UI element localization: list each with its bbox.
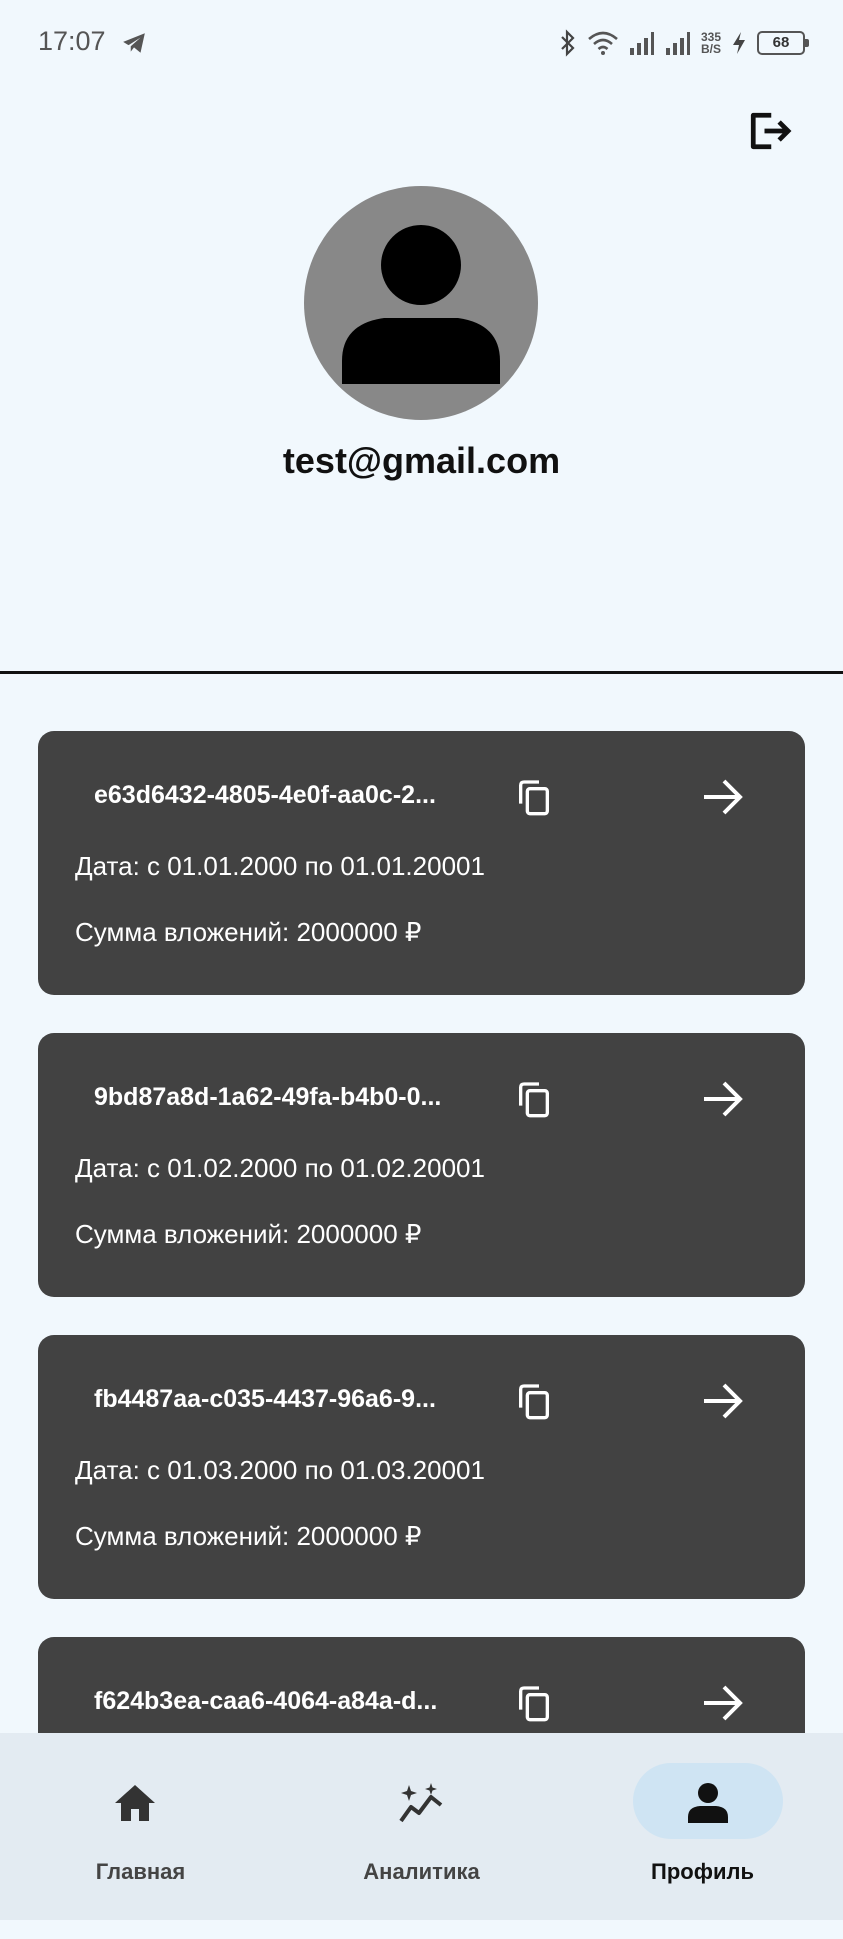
arrow-right-icon[interactable] <box>698 1379 746 1423</box>
avatar <box>304 186 538 420</box>
nav-label-home: Главная <box>95 1859 186 1884</box>
arrow-right-icon[interactable] <box>698 775 746 819</box>
signal-icon <box>629 32 654 55</box>
investment-card[interactable]: fb4487aa-c035-4437-96a6-9... Дата: с 01.… <box>38 1335 805 1599</box>
investment-card[interactable]: 9bd87a8d-1a62-49fa-b4b0-0... Дата: с 01.… <box>38 1033 805 1297</box>
divider <box>0 671 843 674</box>
investment-id: 9bd87a8d-1a62-49fa-b4b0-0... <box>94 1083 442 1111</box>
net-speed: 335 B/S <box>701 31 721 55</box>
logout-icon[interactable] <box>742 104 796 158</box>
battery-icon: 68 <box>757 31 809 55</box>
person-icon <box>342 225 500 384</box>
investment-id: e63d6432-4805-4e0f-aa0c-2... <box>94 781 436 809</box>
nav-item-analytics[interactable]: Аналитика <box>281 1733 562 1920</box>
nav-item-home[interactable]: Главная <box>0 1733 281 1920</box>
bluetooth-icon <box>561 29 575 57</box>
investment-card[interactable]: e63d6432-4805-4e0f-aa0c-2... Дата: с 01.… <box>38 731 805 995</box>
investment-sum: Сумма вложений: 2000000 ₽ <box>75 917 422 947</box>
charging-icon <box>733 32 745 54</box>
nav-label-analytics: Аналитика <box>363 1859 480 1884</box>
investment-sum: Сумма вложений: 2000000 ₽ <box>75 1521 422 1551</box>
nav-label-profile: Профиль <box>651 1859 754 1884</box>
investment-id: fb4487aa-c035-4437-96a6-9... <box>94 1385 436 1413</box>
copy-icon[interactable] <box>514 1079 554 1119</box>
signal-icon <box>665 32 690 55</box>
status-time: 17:07 <box>38 26 106 56</box>
investment-sum: Сумма вложений: 2000000 ₽ <box>75 1219 422 1249</box>
analytics-icon <box>399 1783 443 1823</box>
home-icon <box>115 1785 155 1821</box>
copy-icon[interactable] <box>514 1381 554 1421</box>
investment-date: Дата: с 01.03.2000 по 01.03.20001 <box>75 1455 485 1485</box>
investment-date: Дата: с 01.01.2000 по 01.01.20001 <box>75 851 485 881</box>
copy-icon[interactable] <box>514 1683 554 1723</box>
copy-icon[interactable] <box>514 777 554 817</box>
status-bar: 17:07 335 B/S 68 <box>0 0 843 86</box>
bottom-nav: Главная Аналитика Профиль <box>0 1733 843 1920</box>
investment-date: Дата: с 01.02.2000 по 01.02.20001 <box>75 1153 485 1183</box>
investment-id: f624b3ea-caa6-4064-a84a-d... <box>94 1687 438 1715</box>
telegram-icon <box>123 33 145 53</box>
person-icon <box>688 1783 728 1823</box>
arrow-right-icon[interactable] <box>698 1077 746 1121</box>
net-speed-unit: B/S <box>700 42 721 56</box>
wifi-icon <box>588 31 618 55</box>
arrow-right-icon[interactable] <box>698 1681 746 1725</box>
nav-item-profile[interactable]: Профиль <box>562 1733 843 1920</box>
user-email: test@gmail.com <box>282 440 561 481</box>
status-icons: 335 B/S 68 <box>559 26 809 60</box>
